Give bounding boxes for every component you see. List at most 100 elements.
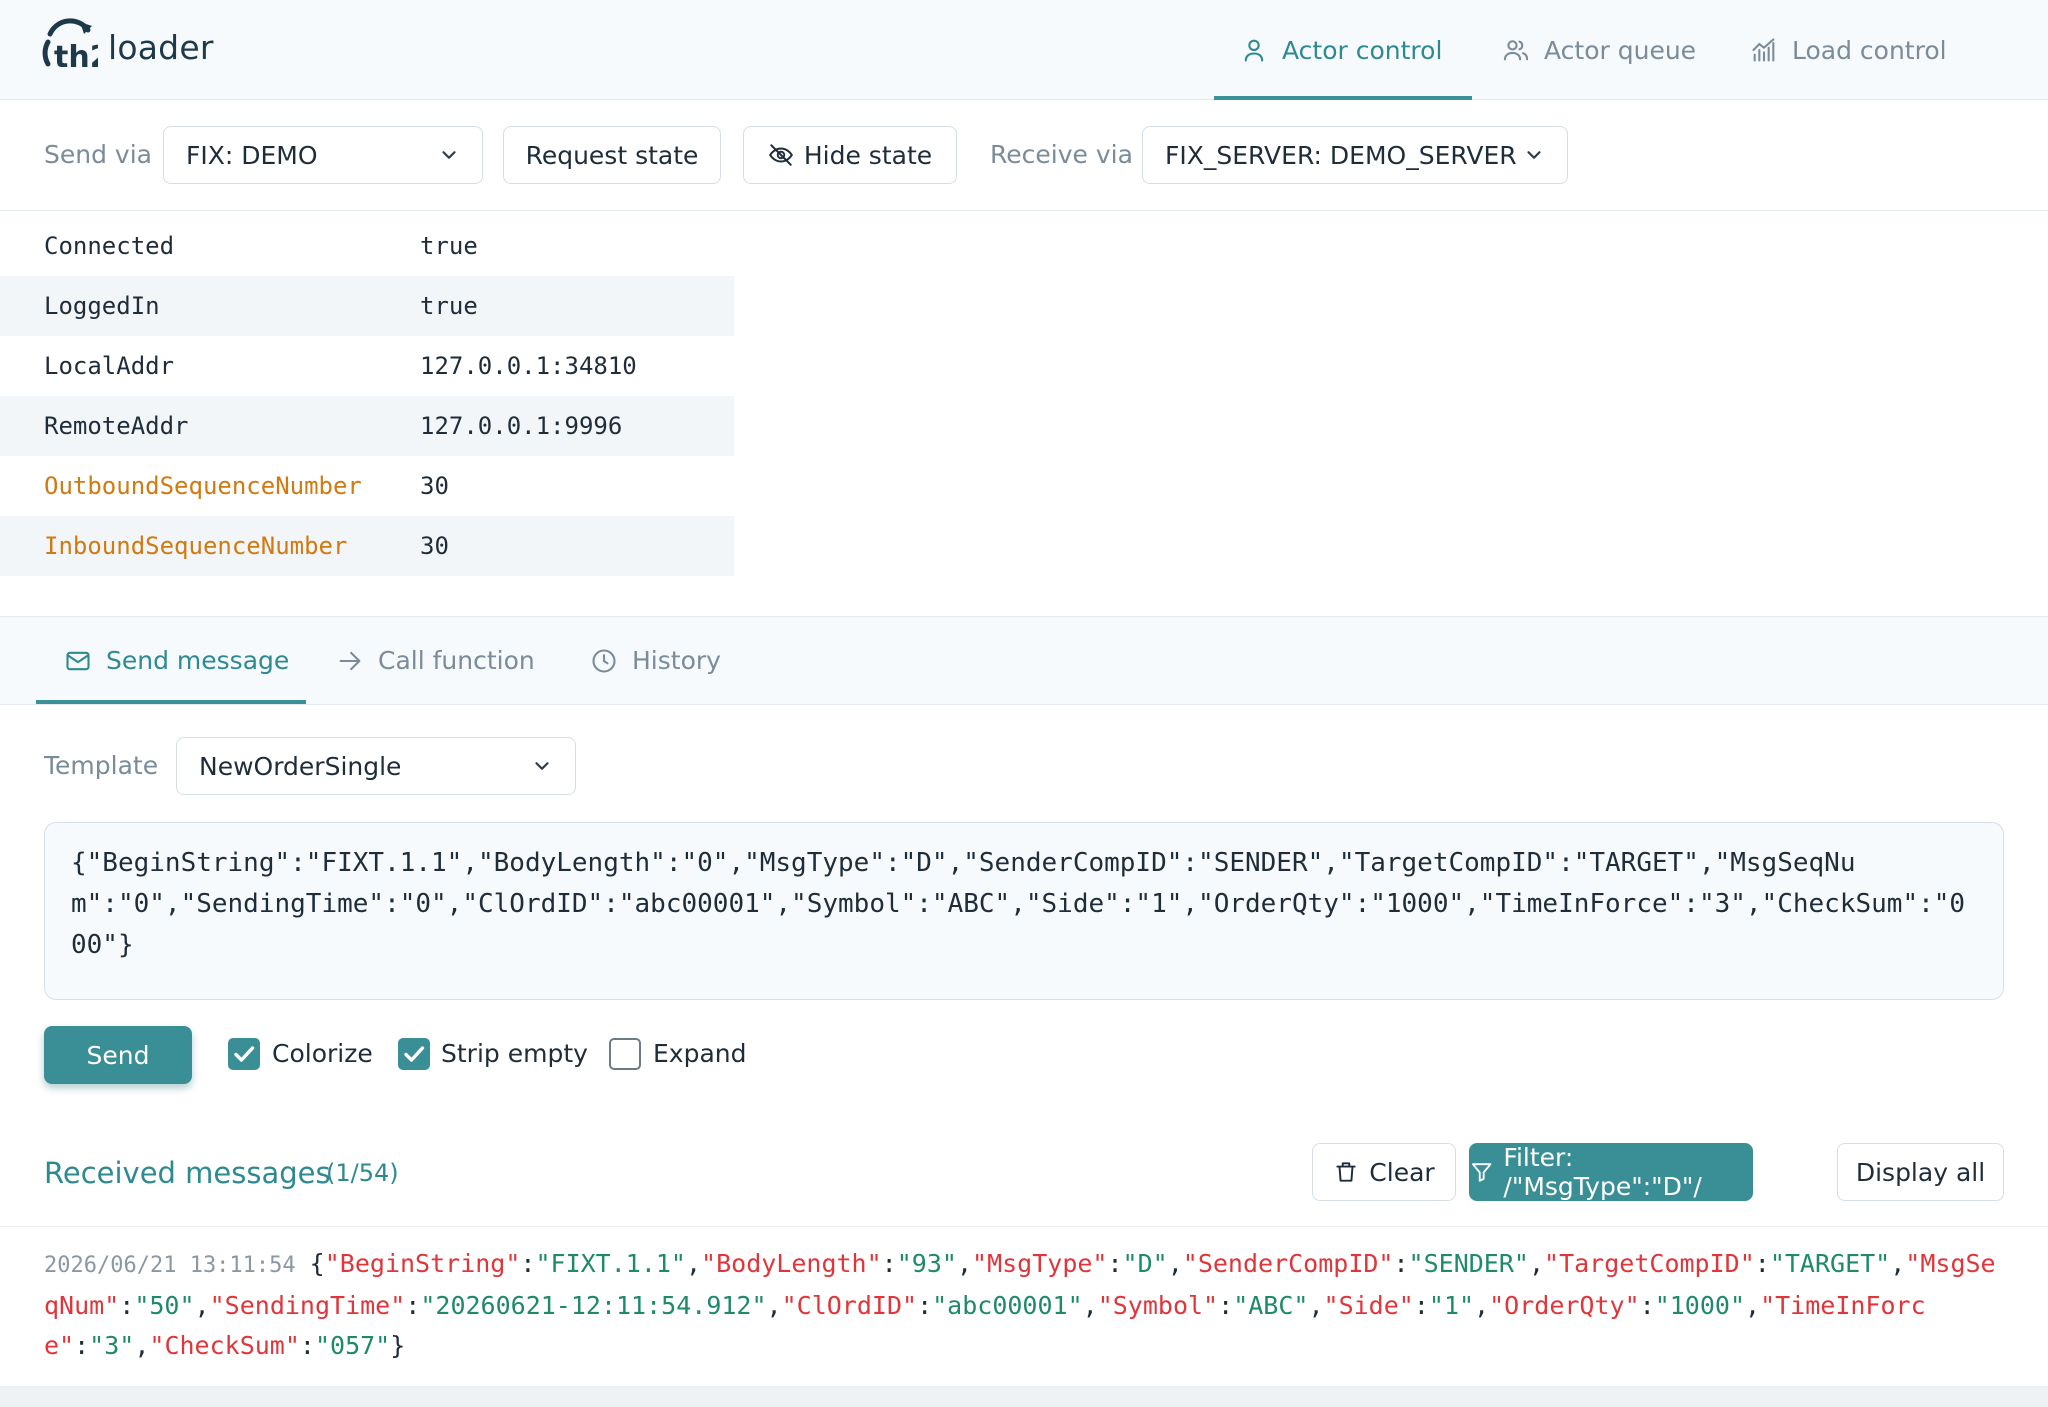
strip-empty-label[interactable]: Strip empty [441, 1032, 588, 1076]
json-punct: , [685, 1249, 702, 1278]
nav-actor-control[interactable]: Actor control [1240, 0, 1442, 100]
json-value: "abc00001" [932, 1291, 1083, 1320]
template-value: NewOrderSingle [199, 751, 402, 781]
json-punct: } [390, 1331, 406, 1360]
json-punct: : [1413, 1291, 1429, 1320]
filter-label: Filter: /"MsgType":"D"/ [1503, 1143, 1702, 1201]
json-punct: , [1474, 1291, 1490, 1320]
arrow-right-icon [339, 651, 361, 670]
hide-state-label: Hide state [803, 140, 933, 170]
th2-logo-icon: th2 [42, 18, 98, 75]
state-key: Connected [44, 232, 175, 260]
chart-icon [1752, 38, 1775, 62]
app-logo[interactable]: th2 loader [36, 12, 214, 82]
json-punct: : [1393, 1249, 1409, 1278]
json-punct: : [299, 1331, 315, 1360]
hide-state-button[interactable]: Hide state [743, 126, 957, 184]
state-key: OutboundSequenceNumber [44, 472, 362, 500]
json-value: "TARGET" [1769, 1249, 1891, 1278]
json-value: "20260621-12:11:54.912" [420, 1291, 767, 1320]
tab-label: Send message [106, 646, 290, 675]
chevron-down-icon [1527, 151, 1541, 159]
json-punct: : [520, 1249, 536, 1278]
json-key: "OrderQty" [1489, 1291, 1640, 1320]
colorize-label[interactable]: Colorize [272, 1032, 373, 1076]
json-key: "SenderCompID" [1182, 1249, 1394, 1278]
filter-button[interactable]: Filter: /"MsgType":"D"/ [1469, 1143, 1753, 1201]
clear-button[interactable]: Clear [1312, 1143, 1456, 1201]
receive-via-label: Receive via [990, 140, 1133, 169]
json-value: "057" [314, 1331, 391, 1360]
strip-empty-checkbox[interactable] [398, 1038, 430, 1070]
state-value: 127.0.0.1:34810 [420, 352, 637, 380]
send-button-label: Send [86, 1040, 150, 1070]
json-value: "FIXT.1.1" [535, 1249, 686, 1278]
state-row: LoggedIn true [0, 276, 734, 336]
tab-send-message[interactable]: Send message [64, 616, 289, 705]
tab-active-indicator [36, 700, 306, 704]
expand-label[interactable]: Expand [653, 1032, 747, 1076]
expand-checkbox[interactable] [609, 1038, 641, 1070]
users-icon [1503, 40, 1529, 61]
send-via-select[interactable]: FIX: DEMO [163, 126, 483, 184]
json-value: "D" [1122, 1249, 1168, 1278]
mail-icon [66, 651, 90, 670]
received-messages-count: (1/54) [326, 1159, 399, 1187]
json-punct: , [194, 1291, 210, 1320]
nav-load-control[interactable]: Load control [1750, 0, 1947, 100]
json-value: "1000" [1654, 1291, 1745, 1320]
json-punct: : [1218, 1291, 1234, 1320]
eye-off-icon [768, 144, 793, 166]
nav-label: Load control [1792, 35, 1947, 65]
json-punct: : [74, 1331, 90, 1360]
json-punct: : [1107, 1249, 1123, 1278]
state-key: LocalAddr [44, 352, 175, 380]
json-punct: : [917, 1291, 933, 1320]
trash-icon [1336, 1162, 1356, 1182]
tab-history[interactable]: History [590, 616, 721, 705]
tab-call-function[interactable]: Call function [336, 616, 535, 705]
received-message[interactable]: 2026/06/21 13:11:54 {"BeginString":"FIXT.… [44, 1244, 2004, 1366]
json-key: "BeginString" [324, 1249, 521, 1278]
tab-bar [0, 616, 2048, 705]
display-all-button[interactable]: Display all [1837, 1143, 2004, 1201]
send-button[interactable]: Send [44, 1026, 192, 1084]
json-punct: : [1754, 1249, 1770, 1278]
request-state-label: Request state [525, 140, 699, 170]
json-value: "50" [134, 1291, 195, 1320]
app-title: loader [108, 27, 214, 67]
template-select[interactable]: NewOrderSingle [176, 737, 576, 795]
state-key: RemoteAddr [44, 412, 189, 440]
json-punct: , [1167, 1249, 1183, 1278]
json-key: "ClOrdID" [781, 1291, 918, 1320]
send-via-label: Send via [44, 140, 152, 169]
state-key: InboundSequenceNumber [44, 532, 348, 560]
json-key: "BodyLength" [701, 1249, 882, 1278]
colorize-checkbox[interactable] [228, 1038, 260, 1070]
nav-label: Actor control [1282, 35, 1443, 65]
message-body: {"BeginString":"FIXT.1.1","BodyLength":"… [44, 1249, 1996, 1360]
json-punct: , [1082, 1291, 1098, 1320]
json-punct: , [766, 1291, 782, 1320]
json-key: "CheckSum" [149, 1331, 300, 1360]
json-key: "TargetCompID" [1544, 1249, 1755, 1278]
clear-label: Clear [1369, 1157, 1435, 1187]
check-icon [234, 1046, 255, 1062]
received-messages-title: Received messages [44, 1156, 331, 1190]
nav-label: Actor queue [1544, 35, 1697, 65]
nav-actor-queue[interactable]: Actor queue [1502, 0, 1696, 100]
receive-via-select[interactable]: FIX_SERVER: DEMO_SERVER [1142, 126, 1568, 184]
send-via-value: FIX: DEMO [186, 140, 318, 170]
json-punct: , [1745, 1291, 1761, 1320]
json-key: "SendingTime" [209, 1291, 406, 1320]
json-value: "93" [896, 1249, 957, 1278]
request-state-button[interactable]: Request state [503, 126, 721, 184]
tab-label: History [632, 646, 721, 675]
json-punct: , [1528, 1249, 1545, 1278]
state-value: 30 [420, 472, 449, 500]
receive-via-value: FIX_SERVER: DEMO_SERVER [1165, 140, 1517, 170]
json-punct: , [1890, 1249, 1906, 1278]
json-punct: , [956, 1249, 973, 1278]
message-editor[interactable]: {"BeginString":"FIXT.1.1","BodyLength":"… [44, 822, 2004, 1000]
svg-text:th2: th2 [54, 40, 98, 75]
